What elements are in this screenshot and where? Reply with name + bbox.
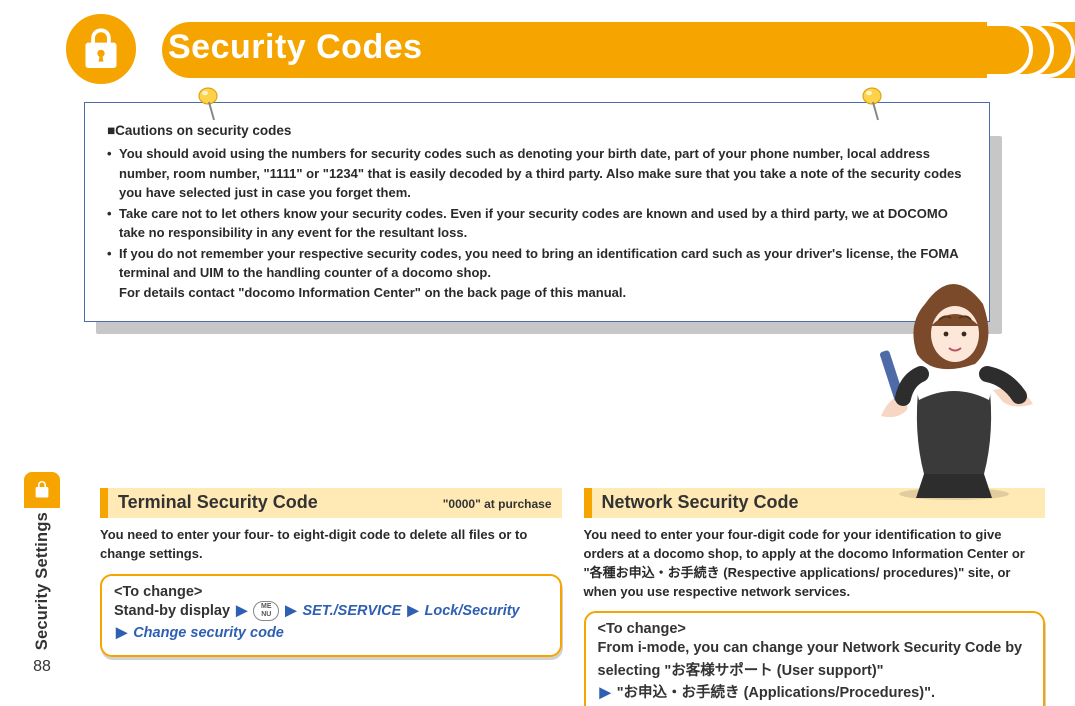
cautions-inner: ■Cautions on security codes •You should … xyxy=(84,102,990,322)
path-step: Lock/Security xyxy=(425,603,520,619)
side-tab-label: Security Settings xyxy=(33,508,52,656)
text: Stand-by display xyxy=(114,603,230,619)
network-code-section: Network Security Code You need to enter … xyxy=(584,488,1046,706)
content-columns: Terminal Security Code "0000" at purchas… xyxy=(100,488,1045,706)
caution-text: Take care not to let others know your se… xyxy=(119,206,948,241)
box-body: From i-mode, you can change your Network… xyxy=(598,637,1032,704)
caution-text: You should avoid using the numbers for s… xyxy=(119,146,962,200)
section-lead: You need to enter your four- to eight-di… xyxy=(100,526,562,564)
box-label: <To change> xyxy=(598,621,1032,637)
lock-icon xyxy=(24,472,60,508)
pushpin-icon xyxy=(860,86,886,126)
section-title: Terminal Security Code xyxy=(118,492,318,513)
side-tab: Security Settings 88 xyxy=(24,472,60,676)
caution-text: If you do not remember your respective s… xyxy=(119,246,958,300)
caution-item: •Take care not to let others know your s… xyxy=(107,204,967,243)
character-illustration xyxy=(869,272,1039,502)
lock-icon xyxy=(62,10,140,88)
to-change-box: <To change> Stand-by display ▶ MENU ▶ SE… xyxy=(100,574,562,657)
section-note: "0000" at purchase xyxy=(443,497,552,511)
box-body: Stand-by display ▶ MENU ▶ SET./SERVICE ▶… xyxy=(114,600,548,645)
box-label: <To change> xyxy=(114,584,548,600)
text: "お申込・お手続き (Applications/Procedures)". xyxy=(617,685,935,701)
cautions-box: ■Cautions on security codes •You should … xyxy=(84,102,990,322)
path-step: Change security code xyxy=(133,625,284,641)
to-change-box: <To change> From i-mode, you can change … xyxy=(584,611,1046,706)
arrow-icon: ▶ xyxy=(600,682,611,704)
page-title: Security Codes xyxy=(168,28,423,67)
terminal-code-section: Terminal Security Code "0000" at purchas… xyxy=(100,488,562,706)
arrow-icon: ▶ xyxy=(285,600,296,622)
path-step: SET./SERVICE xyxy=(302,603,401,619)
arrow-icon: ▶ xyxy=(116,622,127,644)
arrow-icon: ▶ xyxy=(407,600,418,622)
section-header: Terminal Security Code "0000" at purchas… xyxy=(100,488,562,518)
arrow-icon: ▶ xyxy=(236,600,247,622)
caution-item: •If you do not remember your respective … xyxy=(107,244,967,303)
caution-item: •You should avoid using the numbers for … xyxy=(107,144,967,203)
page-number: 88 xyxy=(33,658,51,676)
menu-key-icon: MENU xyxy=(253,601,279,621)
cautions-list: •You should avoid using the numbers for … xyxy=(107,144,967,302)
header-arc xyxy=(1029,22,1075,78)
section-title: Network Security Code xyxy=(602,492,799,513)
pushpin-icon xyxy=(196,86,222,126)
cautions-heading: ■Cautions on security codes xyxy=(107,123,967,138)
section-lead: You need to enter your four-digit code f… xyxy=(584,526,1046,601)
text: From i-mode, you can change your Network… xyxy=(598,640,1023,678)
